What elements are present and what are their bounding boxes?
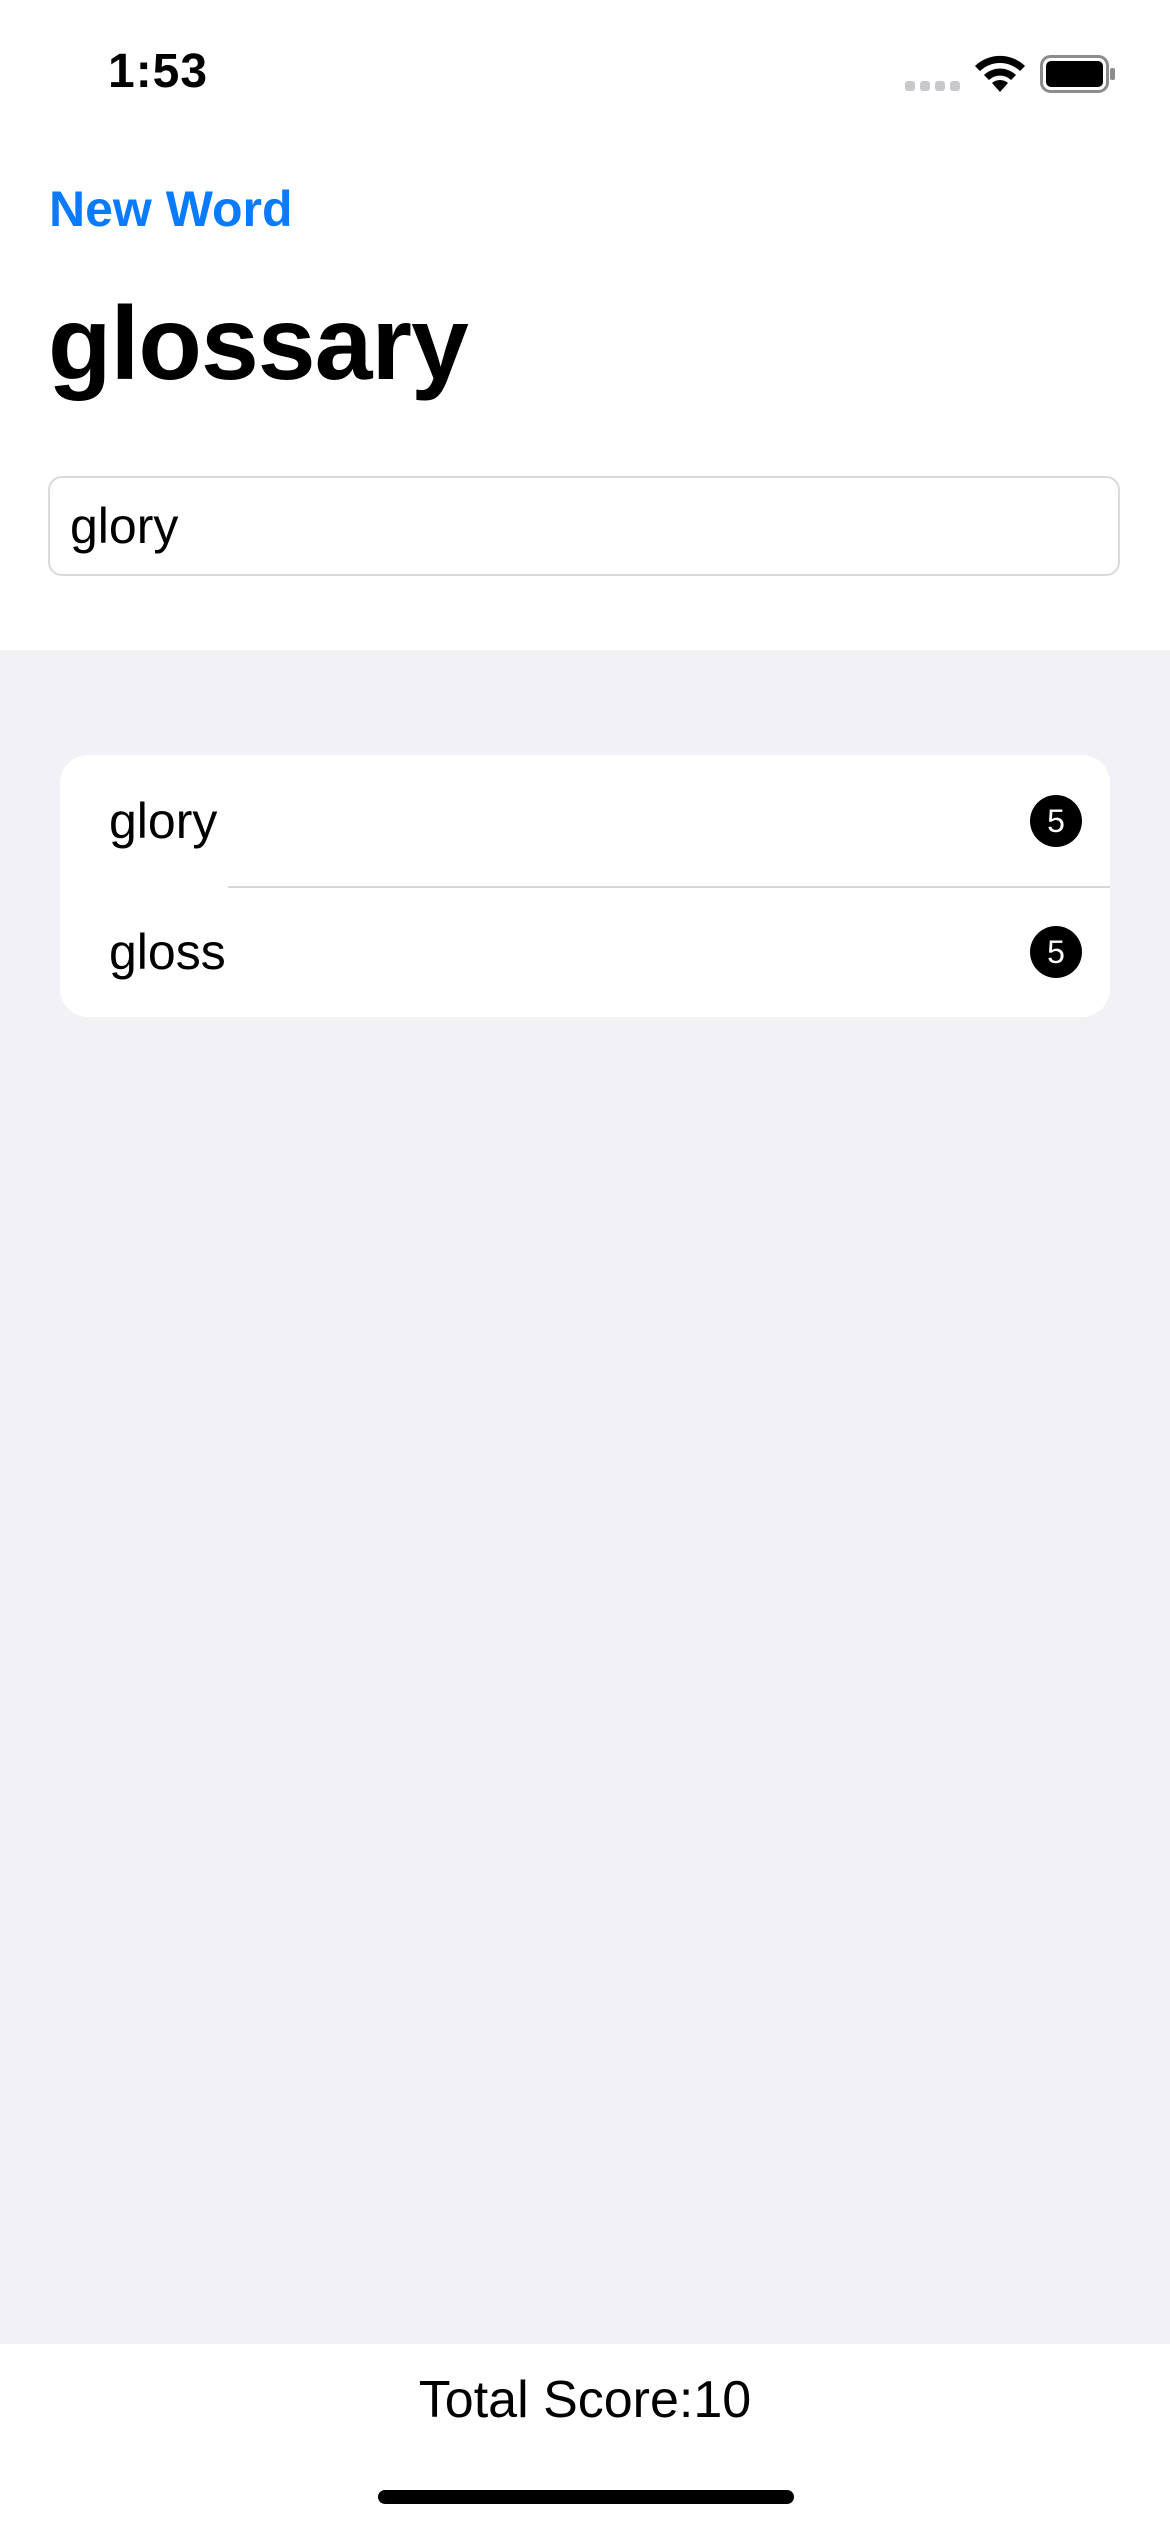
- signal-icon: [905, 81, 960, 91]
- word-list: glory 5 gloss 5: [60, 755, 1110, 1017]
- score-badge: 5: [1030, 925, 1082, 978]
- wifi-icon: [975, 55, 1025, 92]
- word-list-area: glory 5 gloss 5: [0, 650, 1170, 2344]
- new-word-button[interactable]: New Word: [49, 180, 293, 238]
- score-badge: 5: [1030, 794, 1082, 847]
- total-score: Total Score:10: [418, 2371, 752, 2429]
- word-input[interactable]: [48, 476, 1120, 576]
- status-time: 1:53: [108, 45, 209, 98]
- battery-icon: [1040, 55, 1115, 93]
- status-bar: 1:53: [0, 0, 1170, 150]
- list-item-word: glory: [109, 792, 218, 849]
- page-title: glossary: [48, 286, 469, 402]
- list-item[interactable]: glory 5: [60, 755, 1110, 886]
- list-item-word: gloss: [109, 923, 226, 980]
- list-item[interactable]: gloss 5: [60, 886, 1110, 1017]
- home-indicator[interactable]: [378, 2490, 794, 2504]
